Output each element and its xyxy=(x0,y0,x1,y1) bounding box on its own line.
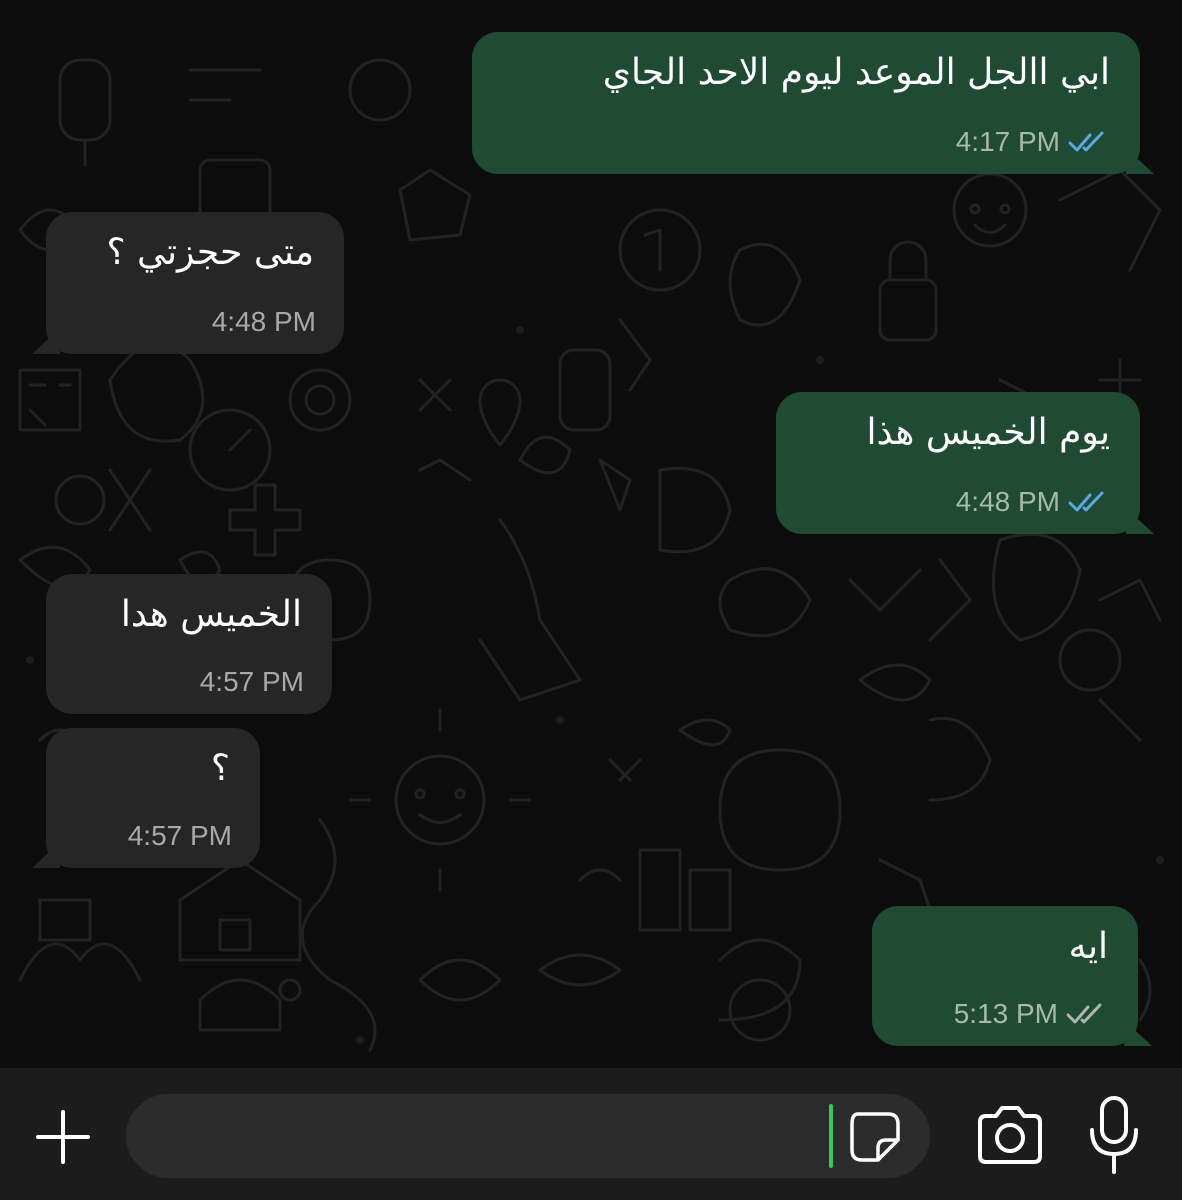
message-input-bar xyxy=(0,1068,1182,1200)
bubble-tail xyxy=(32,328,60,354)
message-meta: 4:48 PM xyxy=(212,306,316,338)
chat-screen: ابي االجل الموعد ليوم الاحد الجاي 4:17 P… xyxy=(0,0,1182,1200)
message-time: 4:57 PM xyxy=(199,666,304,697)
message-text: يوم الخميس هذا xyxy=(866,412,1110,453)
message-meta: 4:57 PM xyxy=(200,666,304,698)
message-time: 4:17 PM xyxy=(955,126,1060,157)
message-text: ؟ xyxy=(210,748,230,789)
bubble-tail xyxy=(32,842,60,868)
bubble-tail xyxy=(1126,508,1154,534)
message-bubble-outgoing[interactable]: ابي االجل الموعد ليوم الاحد الجاي 4:17 P… xyxy=(472,32,1154,174)
message-bubble-incoming[interactable]: متى حجزتي ؟ 4:48 PM xyxy=(32,212,344,354)
message-bubble-incoming[interactable]: الخميس هدا 4:57 PM xyxy=(46,574,332,714)
delivered-double-check-icon xyxy=(1066,1003,1102,1024)
message-bubble-incoming[interactable]: ؟ 4:57 PM xyxy=(32,728,260,868)
camera-icon[interactable] xyxy=(972,1102,1048,1170)
read-double-check-icon xyxy=(1068,131,1104,152)
message-bubble-outgoing[interactable]: يوم الخميس هذا 4:48 PM xyxy=(776,392,1154,534)
text-caret xyxy=(829,1104,833,1168)
message-meta: 4:17 PM xyxy=(956,126,1112,158)
message-input[interactable] xyxy=(156,1094,840,1180)
message-time: 4:57 PM xyxy=(127,820,232,851)
bubble-tail xyxy=(1124,1020,1152,1046)
message-bubble-outgoing[interactable]: ايه 5:13 PM xyxy=(872,906,1152,1046)
message-time: 5:13 PM xyxy=(953,998,1058,1029)
bubble-tail xyxy=(1126,148,1154,174)
sticker-icon[interactable] xyxy=(844,1106,906,1168)
message-meta: 4:57 PM xyxy=(128,820,232,852)
plus-icon[interactable] xyxy=(30,1104,96,1170)
message-text: الخميس هدا xyxy=(120,594,302,635)
message-meta: 4:48 PM xyxy=(956,486,1112,518)
message-text: ايه xyxy=(1068,926,1108,967)
message-text: متى حجزتي ؟ xyxy=(106,232,314,273)
message-text-field[interactable] xyxy=(126,1094,930,1180)
message-time: 4:48 PM xyxy=(955,486,1060,517)
message-meta: 5:13 PM xyxy=(954,998,1110,1030)
message-time: 4:48 PM xyxy=(211,306,316,337)
message-text: ابي االجل الموعد ليوم الاحد الجاي xyxy=(602,52,1110,93)
read-double-check-icon xyxy=(1068,491,1104,512)
microphone-icon[interactable] xyxy=(1082,1094,1146,1178)
